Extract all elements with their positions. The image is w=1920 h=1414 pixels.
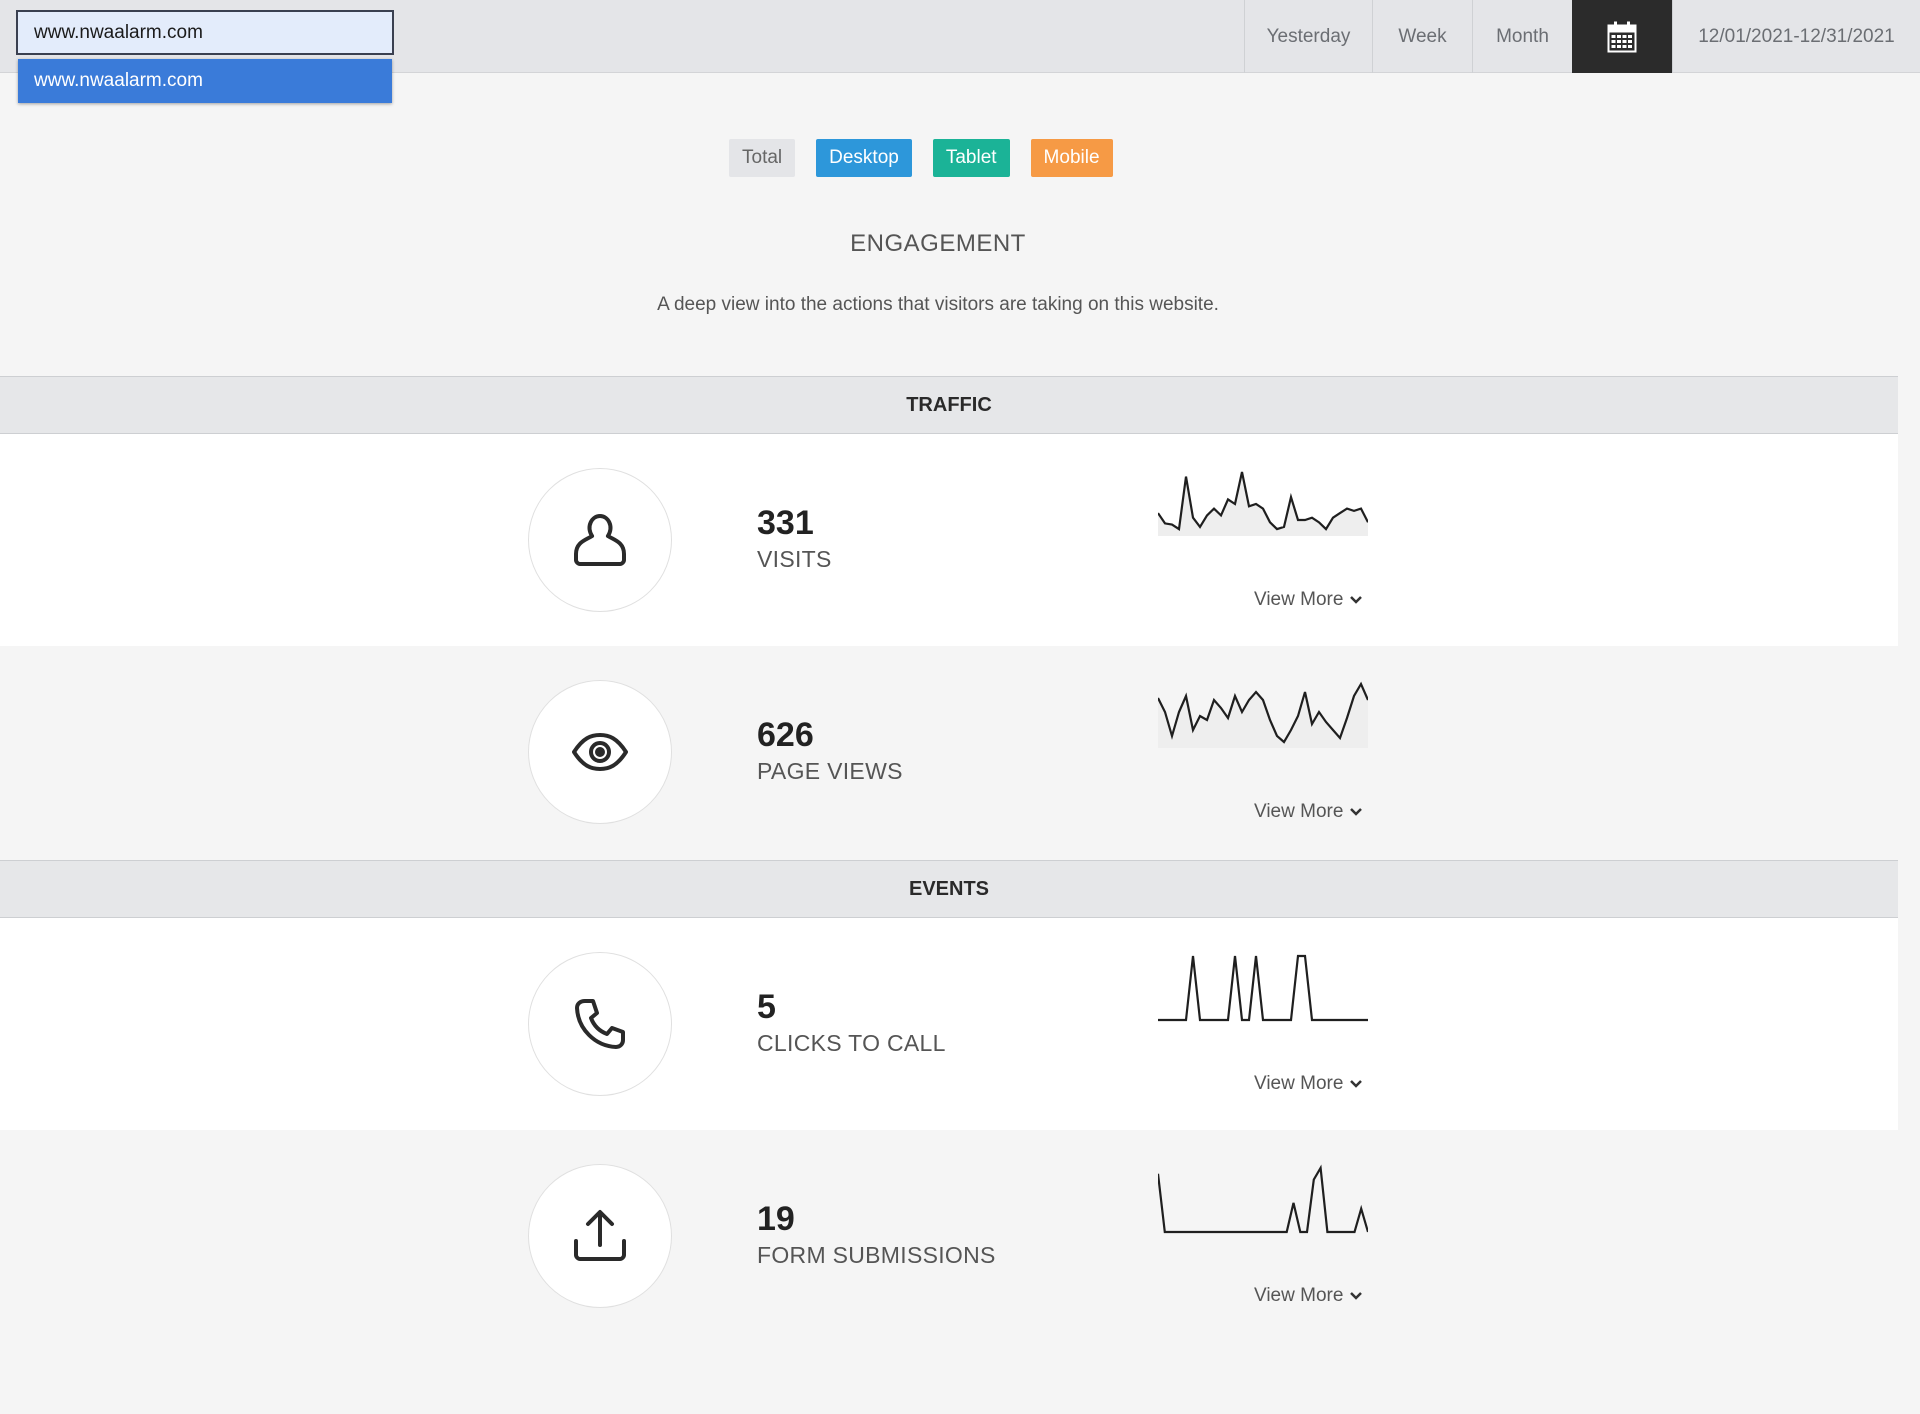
view-more-link[interactable]: View More <box>1254 1073 1363 1095</box>
view-more-link[interactable]: View More <box>1254 589 1363 611</box>
calendar-icon <box>1607 21 1637 52</box>
sparkline <box>1158 681 1368 748</box>
section-header-traffic: TRAFFIC <box>0 376 1898 434</box>
week-button[interactable]: Week <box>1372 0 1472 73</box>
eye-icon <box>572 733 628 771</box>
section-header-events: EVENTS <box>0 860 1898 918</box>
sparkline <box>1158 1164 1368 1234</box>
device-mobile-button[interactable]: Mobile <box>1030 139 1113 177</box>
site-select[interactable]: www.nwaalarm.com <box>16 10 394 55</box>
view-more-label: View More <box>1254 801 1344 822</box>
metric-row-clicks-to-call: 5 CLICKS TO CALL View More <box>0 918 1898 1130</box>
site-option[interactable]: www.nwaalarm.com <box>18 59 392 103</box>
page-title: ENGAGEMENT <box>850 230 1026 257</box>
clicks-to-call-icon-circle <box>528 952 672 1096</box>
chevron-down-icon <box>1350 808 1363 816</box>
date-range-value[interactable]: 12/01/2021-12/31/2021 <box>1672 0 1920 73</box>
user-icon <box>574 514 626 566</box>
view-more-label: View More <box>1254 589 1344 610</box>
chevron-down-icon <box>1350 1292 1363 1300</box>
metric-label: FORM SUBMISSIONS <box>757 1242 996 1268</box>
calendar-button[interactable] <box>1572 0 1672 73</box>
sparkline-line <box>1158 954 1368 1022</box>
metric-row-page-views: 626 PAGE VIEWS View More <box>0 646 1898 858</box>
chevron-down-icon <box>1350 1080 1363 1088</box>
metric-value: 5 <box>757 988 776 1026</box>
page-views-icon-circle <box>528 680 672 824</box>
view-more-link[interactable]: View More <box>1254 1285 1363 1307</box>
chevron-down-icon <box>1350 596 1363 604</box>
form-submissions-icon-circle <box>528 1164 672 1308</box>
page-subtitle: A deep view into the actions that visito… <box>657 294 1219 315</box>
metric-label: VISITS <box>757 546 832 572</box>
metric-value: 19 <box>757 1200 795 1238</box>
device-desktop-button[interactable]: Desktop <box>816 139 912 177</box>
sparkline-line <box>1158 1164 1368 1234</box>
visits-icon-circle <box>528 468 672 612</box>
device-total-button[interactable]: Total <box>729 139 796 177</box>
device-tablet-button[interactable]: Tablet <box>932 139 1010 177</box>
phone-icon <box>575 999 625 1049</box>
view-more-link[interactable]: View More <box>1254 801 1363 823</box>
sparkline <box>1158 954 1368 1022</box>
metric-row-visits: 331 VISITS View More <box>0 434 1898 646</box>
date-range-controls: Yesterday Week Month 12/01/2021-12/31/20… <box>1244 0 1920 73</box>
sparkline <box>1158 471 1368 536</box>
metric-label: PAGE VIEWS <box>757 758 903 784</box>
metric-row-form-submissions: 19 FORM SUBMISSIONS View More <box>0 1130 1898 1342</box>
metric-value: 331 <box>757 504 814 542</box>
yesterday-button[interactable]: Yesterday <box>1244 0 1372 73</box>
upload-icon <box>574 1210 626 1261</box>
device-filters: Total Desktop Tablet Mobile <box>729 139 1113 177</box>
view-more-label: View More <box>1254 1285 1344 1306</box>
month-button[interactable]: Month <box>1472 0 1572 73</box>
metric-value: 626 <box>757 716 814 754</box>
view-more-label: View More <box>1254 1073 1344 1094</box>
metric-label: CLICKS TO CALL <box>757 1030 946 1056</box>
sparkline-area <box>1158 472 1368 536</box>
